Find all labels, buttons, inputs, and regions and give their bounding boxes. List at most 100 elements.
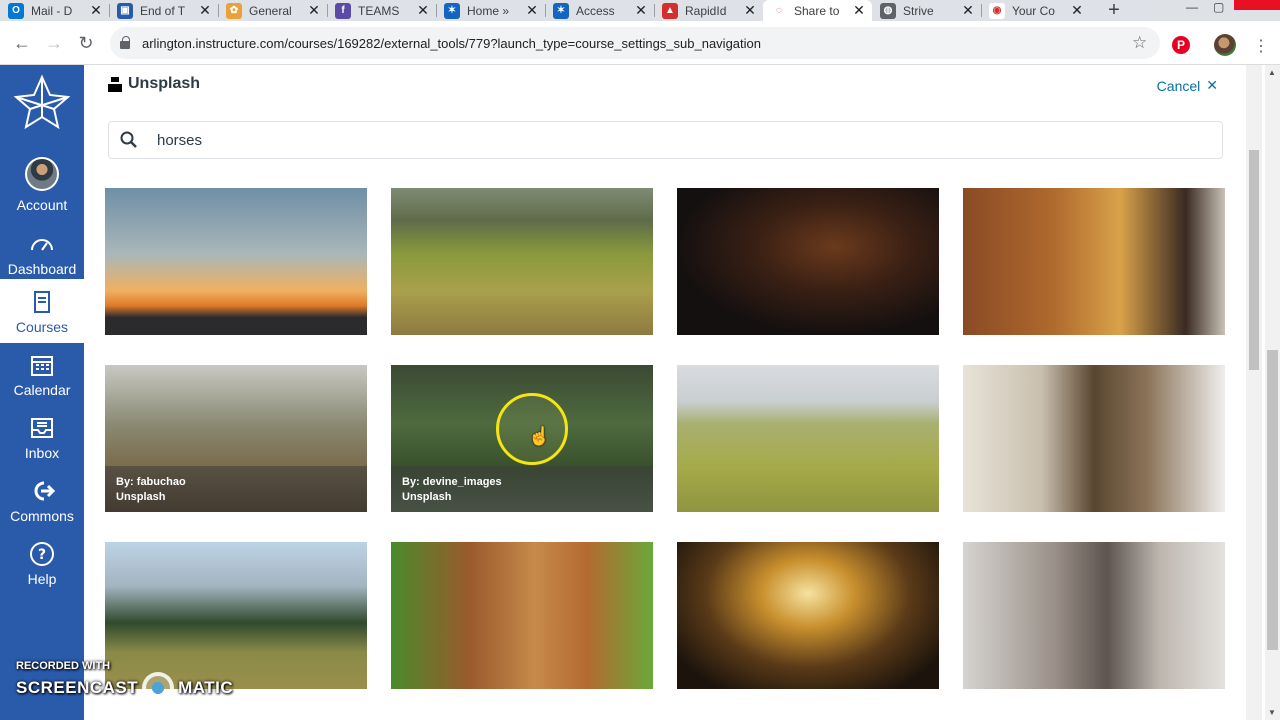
- photo-result[interactable]: [963, 188, 1225, 335]
- browser-tab[interactable]: f TEAMS ✕: [327, 0, 436, 21]
- svg-text:?: ?: [38, 547, 46, 563]
- tab-favicon-icon: ✿: [226, 2, 242, 19]
- nav-account-label: Account: [16, 197, 68, 213]
- back-icon[interactable]: ←: [12, 33, 32, 53]
- inbox-icon: [31, 418, 53, 438]
- institution-logo[interactable]: [6, 71, 78, 143]
- tab-favicon-icon: ✶: [444, 2, 460, 19]
- tab-favicon-icon: ▲: [662, 2, 678, 19]
- browser-tab[interactable]: ◍ Strive ✕: [872, 0, 981, 21]
- photo-result[interactable]: [677, 365, 939, 512]
- nav-dashboard-label: Dashboard: [7, 261, 77, 277]
- search-icon: [109, 121, 149, 159]
- photo-credit: By: fabuchao Unsplash: [105, 466, 367, 512]
- nav-inbox[interactable]: Inbox: [0, 415, 84, 461]
- courses-icon: [34, 291, 50, 313]
- browser-tab[interactable]: ✶ Access ✕: [545, 0, 654, 21]
- bookmark-star-icon[interactable]: ☆: [1132, 33, 1147, 53]
- nav-help[interactable]: ? Help: [0, 541, 84, 587]
- nav-courses-label: Courses: [15, 319, 69, 335]
- watermark-line2a: SCREENCAST: [16, 678, 139, 697]
- nav-account[interactable]: Account: [0, 157, 84, 213]
- photo-result[interactable]: By: fabuchao Unsplash: [105, 365, 367, 512]
- browser-tab[interactable]: ▣ End of T ✕: [109, 0, 218, 21]
- browser-tab[interactable]: O Mail - D ✕: [0, 0, 109, 21]
- nav-inbox-label: Inbox: [24, 445, 60, 461]
- new-tab-button[interactable]: +: [1100, 0, 1128, 21]
- nav-courses[interactable]: Courses: [0, 279, 84, 343]
- unsplash-logo-icon: [108, 77, 122, 92]
- browser-tab[interactable]: ◌ Share to ✕: [763, 0, 872, 21]
- maximize-icon[interactable]: ▢: [1213, 0, 1224, 14]
- tab-title: Share to: [794, 3, 840, 18]
- account-avatar: [25, 157, 59, 191]
- photo-credit-source: Unsplash: [116, 491, 166, 503]
- tab-close-icon[interactable]: ✕: [198, 2, 212, 19]
- page-scrollbar[interactable]: ▲ ▼: [1265, 65, 1280, 720]
- url-field[interactable]: arlington.instructure.com/courses/169282…: [110, 27, 1160, 59]
- photo-result[interactable]: [677, 542, 939, 689]
- photo-result[interactable]: [963, 365, 1225, 512]
- browser-menu-icon[interactable]: ⋮: [1253, 36, 1269, 56]
- unsplash-brand: Unsplash: [108, 75, 200, 93]
- tab-favicon-icon: f: [335, 2, 351, 19]
- tab-favicon-icon: ◍: [880, 2, 896, 19]
- browser-tab-strip: O Mail - D ✕ ▣ End of T ✕ ✿ General ✕ f TEAMS ✕ ✶ Hom…: [0, 0, 1280, 21]
- panel-scrollbar[interactable]: [1246, 65, 1262, 720]
- browser-tab[interactable]: ◉ Your Co ✕: [981, 0, 1090, 21]
- tab-title: Access: [576, 3, 615, 18]
- photo-credit-author: By: devine_images: [402, 476, 502, 488]
- unsplash-tool-panel: Unsplash Cancel ✕ horses By: fabuchao Uns…: [84, 65, 1246, 720]
- close-icon: ✕: [1206, 77, 1218, 93]
- tab-title: Home »: [467, 3, 510, 18]
- browser-tab[interactable]: ✿ General ✕: [218, 0, 327, 21]
- minimize-icon[interactable]: —: [1186, 0, 1198, 14]
- photo-result[interactable]: By: devine_images Unsplash: [391, 365, 653, 512]
- close-window-button[interactable]: [1234, 0, 1280, 10]
- help-icon: ?: [30, 542, 54, 566]
- tab-close-icon[interactable]: ✕: [525, 2, 539, 19]
- tab-title: TEAMS: [358, 3, 400, 18]
- browser-tab[interactable]: ✶ Home » ✕: [436, 0, 545, 21]
- tab-title: End of T: [140, 3, 186, 18]
- photo-credit-source: Unsplash: [402, 491, 452, 503]
- profile-avatar[interactable]: [1214, 34, 1236, 56]
- reload-icon[interactable]: ↻: [76, 33, 96, 53]
- tab-close-icon[interactable]: ✕: [89, 2, 103, 19]
- nav-calendar[interactable]: Calendar: [0, 352, 84, 398]
- tab-favicon-icon: O: [8, 2, 24, 19]
- photo-result[interactable]: [105, 188, 367, 335]
- screencast-watermark: RECORDED WITH SCREENCAST MATIC: [16, 660, 233, 704]
- photo-result[interactable]: [391, 188, 653, 335]
- tab-title: Mail - D: [31, 3, 73, 18]
- tab-title: Your Co: [1012, 3, 1055, 18]
- tab-close-icon[interactable]: ✕: [307, 2, 321, 19]
- tab-favicon-icon: ◉: [989, 2, 1005, 19]
- photo-credit-author: By: fabuchao: [116, 476, 186, 488]
- tab-close-icon[interactable]: ✕: [961, 2, 975, 19]
- tab-title: General: [249, 3, 292, 18]
- address-bar: ← → ↻ arlington.instructure.com/courses/…: [0, 21, 1280, 65]
- nav-commons[interactable]: Commons: [0, 478, 84, 524]
- tab-favicon-icon: ◌: [771, 2, 787, 19]
- tab-close-icon[interactable]: ✕: [743, 2, 757, 19]
- screencast-logo-icon: [142, 672, 175, 704]
- search-input[interactable]: horses: [108, 121, 1223, 159]
- tab-close-icon[interactable]: ✕: [852, 2, 866, 19]
- watermark-line1: RECORDED WITH: [16, 660, 111, 672]
- tab-close-icon[interactable]: ✕: [1070, 2, 1084, 19]
- pinterest-extension-icon[interactable]: P: [1172, 36, 1190, 54]
- cancel-button[interactable]: Cancel ✕: [1157, 77, 1218, 94]
- photo-result[interactable]: [963, 542, 1225, 689]
- dashboard-icon: [31, 239, 53, 251]
- nav-help-label: Help: [27, 571, 57, 587]
- cancel-label: Cancel: [1156, 77, 1201, 94]
- nav-dashboard[interactable]: Dashboard: [0, 231, 84, 277]
- tab-title: RapidId: [685, 3, 727, 18]
- tab-close-icon[interactable]: ✕: [416, 2, 430, 19]
- browser-tab[interactable]: ▲ RapidId ✕: [654, 0, 763, 21]
- photo-result[interactable]: [391, 542, 653, 689]
- photo-result[interactable]: [677, 188, 939, 335]
- tab-close-icon[interactable]: ✕: [634, 2, 648, 19]
- forward-icon[interactable]: →: [44, 33, 64, 53]
